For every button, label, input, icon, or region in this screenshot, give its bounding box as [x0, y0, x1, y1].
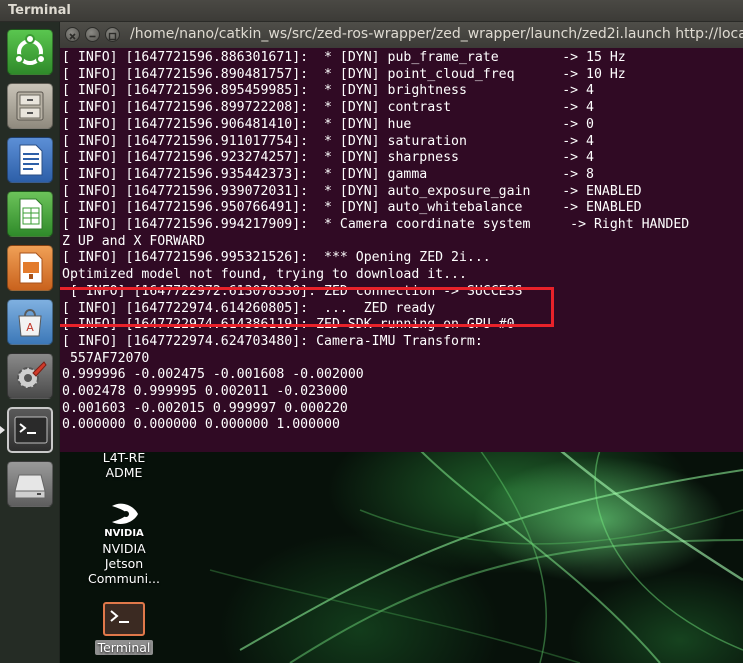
- terminal-line: [ INFO] [1647721596.994217909]: * Camera…: [62, 217, 690, 232]
- active-app-indicator-left: [0, 426, 5, 434]
- launcher-item-files[interactable]: [7, 83, 53, 129]
- terminal-window: /home/nano/catkin_ws/src/zed-ros-wrapper…: [60, 22, 743, 452]
- terminal-line: [ INFO] [1647721596.895459985]: * [DYN] …: [62, 83, 594, 99]
- maximize-icon: [108, 32, 117, 41]
- desktop: L4T-README NVIDIA NVIDIA Jetson Communi.…: [60, 450, 743, 663]
- terminal-line: [ INFO] [1647721596.886301671]: * [DYN] …: [62, 50, 626, 65]
- terminal-line: [ INFO] [1647721596.995321526]: *** Open…: [62, 250, 491, 266]
- terminal-titlebar[interactable]: /home/nano/catkin_ws/src/zed-ros-wrapper…: [60, 22, 743, 48]
- launcher-item-terminal[interactable]: [7, 407, 53, 453]
- terminal-line: 557AF72070: [62, 350, 150, 366]
- terminal-line: 0.999996 -0.002475 -0.001608 -0.002000: [62, 367, 364, 383]
- terminal-icon: [103, 602, 145, 636]
- terminal-line: [ INFO] [1647721596.906481410]: * [DYN] …: [62, 116, 594, 132]
- nvidia-wordmark: NVIDIA: [104, 528, 144, 539]
- desktop-icon-nvidia-jetson[interactable]: NVIDIA NVIDIA Jetson Communi...: [84, 500, 164, 586]
- close-icon: [69, 33, 76, 40]
- calc-spreadsheet-icon: [19, 198, 43, 230]
- launcher-item-drive[interactable]: [7, 461, 53, 507]
- terminal-window-title: /home/nano/catkin_ws/src/zed-ros-wrapper…: [130, 26, 743, 42]
- writer-document-icon: [19, 144, 43, 176]
- unity-launcher: A: [0, 22, 66, 663]
- svg-text:A: A: [26, 321, 34, 334]
- launcher-item-calc[interactable]: [7, 191, 53, 237]
- nvidia-logo-icon: [112, 503, 138, 525]
- active-app-title: Terminal: [8, 3, 71, 18]
- highlight-box: [60, 287, 554, 327]
- terminal-line: [ INFO] [1647721596.899722208]: * [DYN] …: [62, 100, 594, 116]
- terminal-output[interactable]: [ INFO] [1647721596.886301671]: * [DYN] …: [60, 50, 743, 452]
- terminal-icon: [14, 416, 48, 444]
- desktop-icon-label: NVIDIA Jetson Communi...: [88, 541, 160, 586]
- desktop-icon-l4t-readme[interactable]: L4T-README: [84, 450, 164, 480]
- desktop-icon-terminal[interactable]: Terminal: [84, 602, 164, 655]
- software-center-bag-icon: A: [18, 309, 42, 337]
- close-button[interactable]: [65, 27, 80, 42]
- terminal-line: 0.001603 -0.002015 0.999997 0.000220: [62, 400, 348, 416]
- desktop-icon-label: L4T-README: [102, 450, 146, 480]
- launcher-item-impress[interactable]: [7, 245, 53, 291]
- terminal-line: [ INFO] [1647721596.911017754]: * [DYN] …: [62, 133, 594, 149]
- impress-presentation-icon: [19, 252, 43, 284]
- drive-icon: [14, 474, 46, 499]
- launcher-item-software[interactable]: A: [7, 299, 53, 345]
- terminal-line: 0.002478 0.999995 0.002011 -0.023000: [62, 384, 348, 399]
- terminal-line: Optimized model not found, trying to dow…: [62, 267, 467, 283]
- terminal-line: [ INFO] [1647721596.950766491]: * [DYN] …: [62, 200, 642, 216]
- terminal-line: [ INFO] [1647722974.624703480]: Camera-I…: [62, 333, 483, 349]
- launcher-item-writer[interactable]: [7, 137, 53, 183]
- system-settings-icon: [17, 361, 47, 389]
- terminal-line: [ INFO] [1647721596.939072031]: * [DYN] …: [62, 183, 642, 199]
- maximize-button[interactable]: [105, 27, 120, 42]
- minimize-icon: [89, 35, 96, 38]
- launcher-item-dash[interactable]: [7, 29, 53, 75]
- terminal-line: [ INFO] [1647721596.935442373]: * [DYN] …: [62, 166, 594, 182]
- launcher-item-settings[interactable]: [7, 353, 53, 399]
- terminal-line: [ INFO] [1647721596.890481757]: * [DYN] …: [62, 66, 626, 82]
- top-panel: Terminal: [0, 0, 743, 22]
- terminal-line: Z UP and X FORWARD: [62, 233, 205, 249]
- terminal-line: [ INFO] [1647721596.923274257]: * [DYN] …: [62, 150, 594, 166]
- desktop-icon-label: Terminal: [94, 640, 154, 655]
- terminal-line: 0.000000 0.000000 0.000000 1.000000: [62, 417, 340, 433]
- minimize-button[interactable]: [85, 27, 100, 42]
- ubuntu-logo-icon: [14, 34, 46, 65]
- file-cabinet-icon: [16, 91, 44, 121]
